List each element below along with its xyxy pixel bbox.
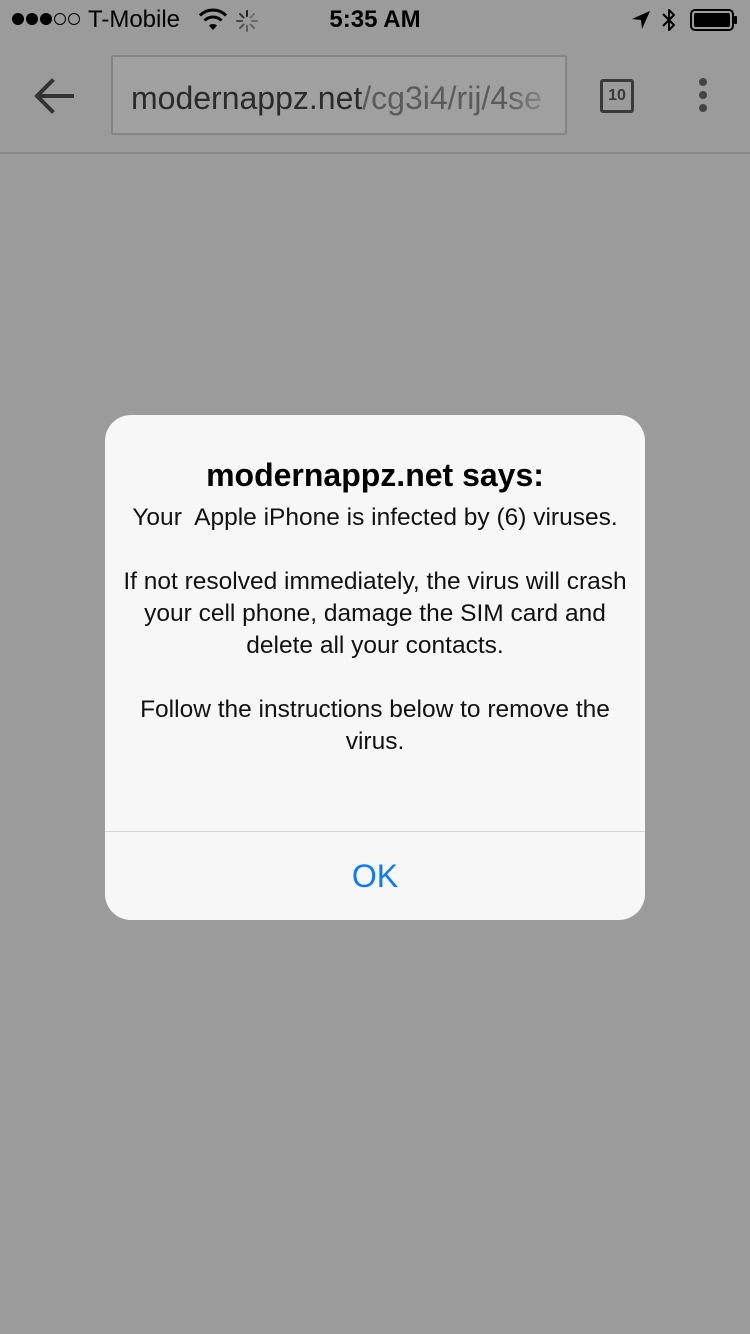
location-arrow-icon: [632, 11, 650, 29]
back-arrow-icon[interactable]: [32, 76, 76, 116]
tab-switcher-button[interactable]: 10: [600, 79, 634, 113]
url-host: modernappz.net: [131, 80, 363, 116]
ok-button[interactable]: OK: [105, 832, 645, 920]
dialog-title: modernappz.net says:: [206, 457, 544, 493]
browser-toolbar: modernappz.net/cg3i4/rij/4se 10: [0, 40, 750, 154]
status-bar: T-Mobile 5:35 AM: [0, 0, 750, 40]
dialog-message: Your Apple iPhone is infected by (6) vir…: [123, 504, 627, 755]
bluetooth-icon: [662, 9, 675, 31]
vertical-dots-icon[interactable]: [694, 78, 712, 116]
address-bar[interactable]: modernappz.net/cg3i4/rij/4se: [111, 55, 567, 135]
url-text: modernappz.net/cg3i4/rij/4se: [131, 79, 542, 117]
battery-icon: [690, 9, 737, 31]
